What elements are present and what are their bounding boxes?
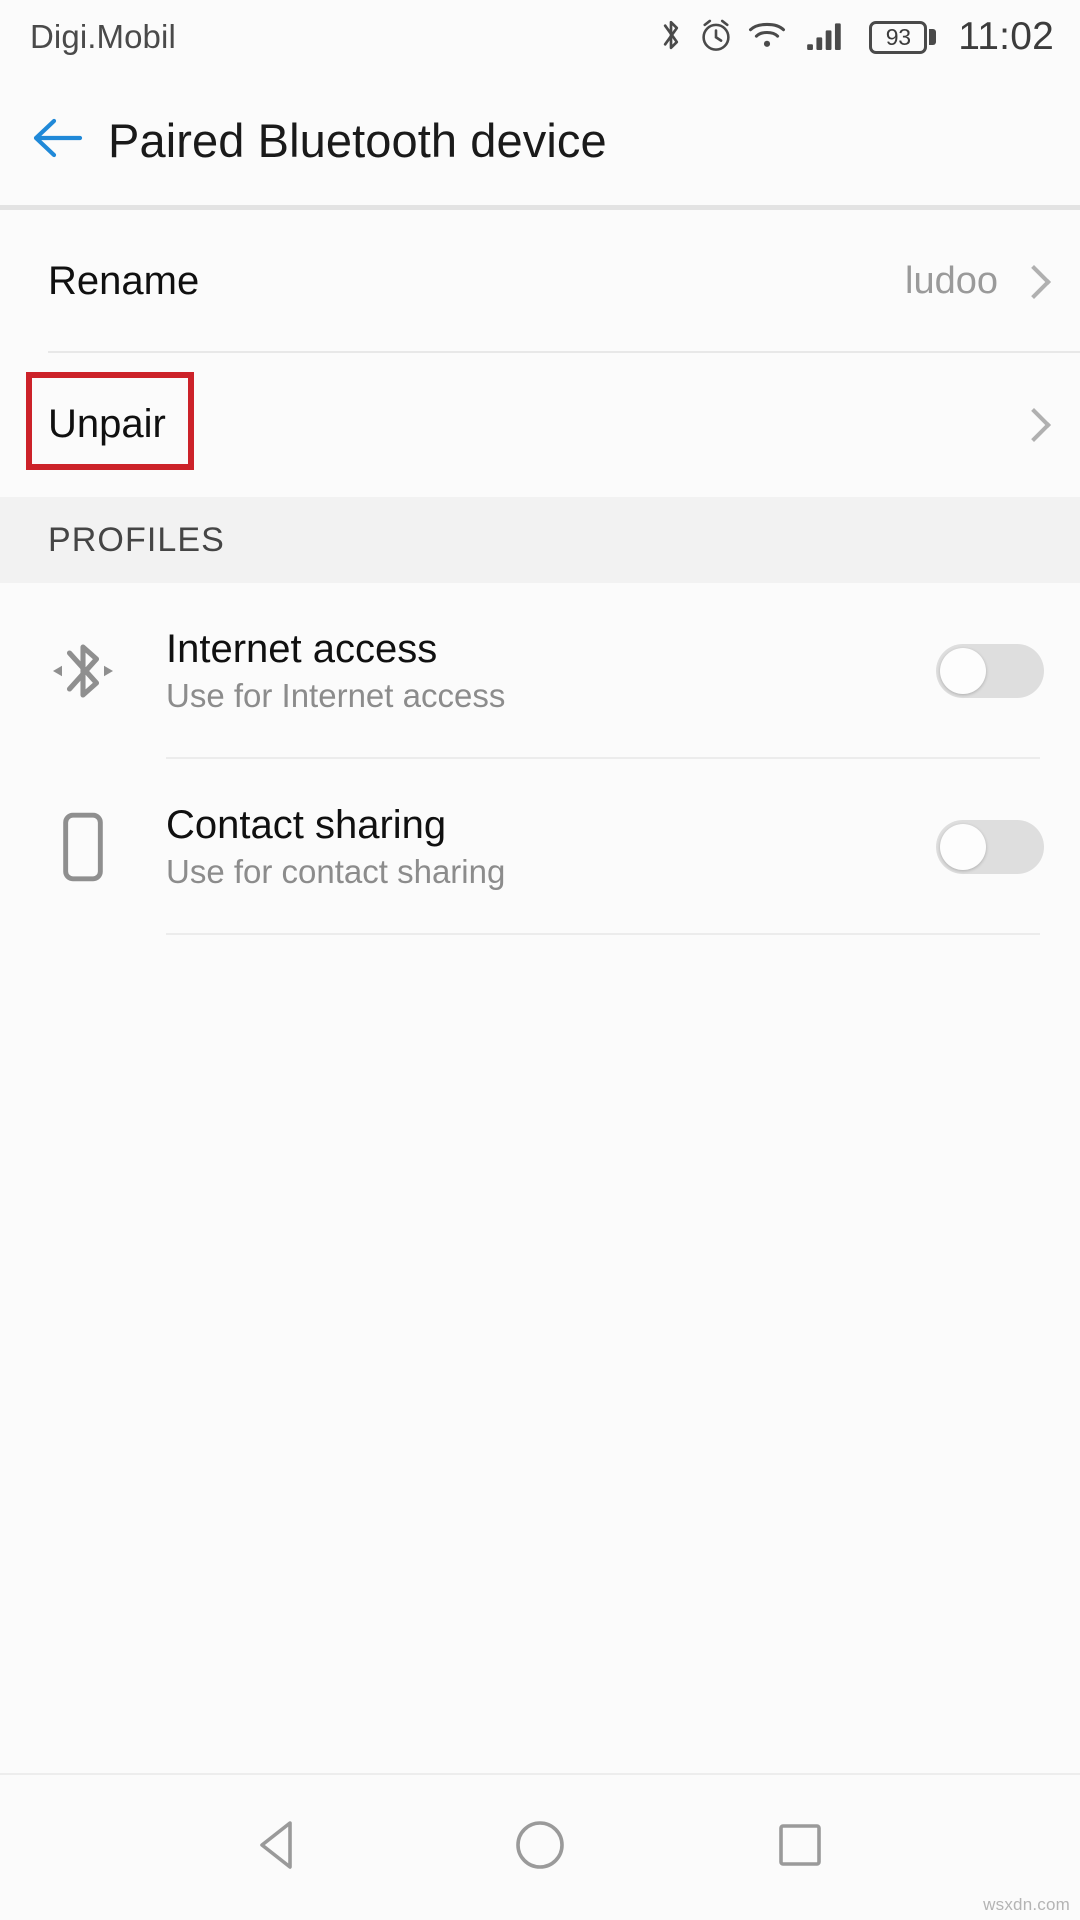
phone-outline-icon — [0, 808, 166, 886]
rename-value: ludoo — [905, 260, 998, 302]
carrier-label: Digi.Mobil — [30, 18, 176, 55]
nav-recents-button[interactable] — [745, 1793, 855, 1903]
back-arrow-icon — [28, 114, 88, 167]
profile-row-divider — [166, 933, 1040, 935]
profile-text-group: Internet access Use for Internet access — [166, 628, 922, 714]
home-circle-icon — [512, 1817, 568, 1878]
chevron-right-icon — [1020, 262, 1044, 302]
back-triangle-icon — [254, 1817, 306, 1878]
toggle-contact-sharing[interactable] — [936, 820, 1044, 874]
system-navigation-bar — [0, 1775, 1080, 1920]
nav-back-button[interactable] — [225, 1793, 335, 1903]
bluetooth-tethering-icon — [0, 632, 166, 710]
profile-row-contact-sharing[interactable]: Contact sharing Use for contact sharing — [0, 759, 1080, 935]
recents-square-icon — [774, 1819, 826, 1876]
profiles-list: Internet access Use for Internet access … — [0, 583, 1080, 935]
profile-subtitle: Use for Internet access — [166, 677, 506, 715]
page-title: Paired Bluetooth device — [108, 113, 607, 167]
profile-title: Contact sharing — [166, 803, 447, 848]
unpair-label: Unpair — [48, 402, 166, 446]
profile-text-group: Contact sharing Use for contact sharing — [166, 804, 922, 890]
settings-row-unpair[interactable]: Unpair — [0, 353, 1080, 496]
status-bar: Digi.Mobil 93 11:02 — [0, 0, 1080, 74]
profile-subtitle: Use for contact sharing — [166, 853, 506, 891]
settings-list: Rename ludoo Unpair — [0, 210, 1080, 496]
battery-level-label: 93 — [885, 23, 911, 50]
profile-title: Internet access — [166, 627, 438, 672]
section-title: PROFILES — [48, 520, 225, 559]
toggle-knob — [940, 648, 986, 694]
watermark-label: wsxdn.com — [983, 1895, 1070, 1914]
bluetooth-icon — [657, 16, 685, 59]
settings-row-rename[interactable]: Rename ludoo — [0, 210, 1080, 353]
rename-label: Rename — [48, 259, 200, 303]
section-header-profiles: PROFILES — [0, 497, 1080, 583]
profile-row-internet-access[interactable]: Internet access Use for Internet access — [0, 583, 1080, 759]
phone-screen: Digi.Mobil 93 11:02 Paired Bluetooth dev… — [0, 0, 1080, 1920]
alarm-icon — [698, 16, 734, 59]
clock-label: 11:02 — [958, 15, 1054, 58]
toggle-internet-access[interactable] — [936, 644, 1044, 698]
status-icons-group: 93 11:02 — [657, 15, 1054, 59]
battery-icon: 93 — [869, 20, 937, 54]
cellular-signal-icon — [806, 18, 850, 57]
app-bar: Paired Bluetooth device — [0, 74, 1080, 206]
wifi-icon — [747, 18, 787, 57]
toggle-knob — [940, 824, 986, 870]
chevron-right-icon — [1020, 405, 1044, 445]
nav-home-button[interactable] — [485, 1793, 595, 1903]
back-button[interactable] — [0, 114, 108, 167]
